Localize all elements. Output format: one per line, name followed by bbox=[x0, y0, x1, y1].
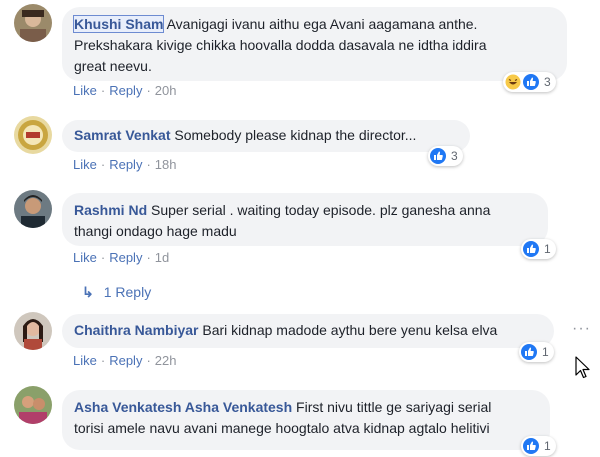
comment-text: Super serial . waiting today episode. pl… bbox=[151, 202, 491, 218]
comment-text: thangi ondago hage madu bbox=[74, 223, 237, 239]
reaction-summary[interactable]: 1 bbox=[521, 239, 556, 259]
haha-icon bbox=[505, 74, 521, 90]
like-icon bbox=[523, 241, 539, 257]
replies-count-label[interactable]: 1 Reply bbox=[104, 284, 151, 300]
comment-text: torisi amele navu avani manege hoogtalo … bbox=[74, 420, 490, 436]
reply-link[interactable]: Reply bbox=[109, 353, 142, 368]
like-icon bbox=[430, 148, 446, 164]
comment-author[interactable]: Asha Venkatesh Asha Venkatesh bbox=[74, 399, 292, 415]
comment-text: First nivu tittle ge sariyagi serial bbox=[296, 399, 492, 415]
comment-timestamp[interactable]: 20h bbox=[155, 83, 177, 98]
like-icon bbox=[523, 438, 539, 454]
view-replies-link[interactable]: ↳ 1 Reply bbox=[82, 284, 151, 301]
comment-bubble: Chaithra Nambiyar Bari kidnap madode ayt… bbox=[62, 314, 554, 348]
comment-bubble: Rashmi Nd Super serial . waiting today e… bbox=[62, 193, 548, 246]
comment-author[interactable]: Samrat Venkat bbox=[74, 127, 171, 143]
reply-arrow-icon: ↳ bbox=[82, 284, 94, 300]
comment-text: great neevu. bbox=[74, 58, 152, 74]
comment-timestamp[interactable]: 18h bbox=[155, 157, 177, 172]
avatar[interactable] bbox=[14, 4, 52, 42]
reaction-count: 1 bbox=[544, 439, 551, 453]
comment-timestamp[interactable]: 1d bbox=[155, 250, 169, 265]
comment-actions: Like · Reply · 20h bbox=[73, 83, 177, 98]
comment-actions: Like · Reply · 18h bbox=[73, 157, 177, 172]
comment-bubble: Khushi Sham Avanigagi ivanu aithu ega Av… bbox=[62, 7, 567, 81]
comment-text: Avanigagi ivanu aithu ega Avani aagamana… bbox=[166, 16, 478, 32]
comment-timestamp[interactable]: 22h bbox=[155, 353, 177, 368]
like-link[interactable]: Like bbox=[73, 353, 97, 368]
comment-author[interactable]: Khushi Sham bbox=[72, 15, 165, 33]
comment-actions: Like · Reply · 22h bbox=[73, 353, 177, 368]
reaction-summary[interactable]: 1 bbox=[519, 342, 554, 362]
like-icon bbox=[523, 74, 539, 90]
avatar[interactable] bbox=[14, 190, 52, 228]
comment-text: Somebody please kidnap the director... bbox=[174, 127, 417, 143]
reply-link[interactable]: Reply bbox=[109, 157, 142, 172]
comment-bubble: Asha Venkatesh Asha Venkatesh First nivu… bbox=[62, 390, 550, 450]
more-options-icon[interactable]: ··· bbox=[572, 320, 591, 338]
reaction-count: 3 bbox=[451, 149, 458, 163]
like-link[interactable]: Like bbox=[73, 157, 97, 172]
reaction-count: 1 bbox=[542, 345, 549, 359]
avatar[interactable] bbox=[14, 386, 52, 424]
comment-actions: Like · Reply · 1d bbox=[73, 250, 170, 265]
comment-text: Prekshakara kivige chikka hoovalla dodda… bbox=[74, 37, 487, 53]
reaction-count: 3 bbox=[544, 75, 551, 89]
comment-bubble: Samrat Venkat Somebody please kidnap the… bbox=[62, 120, 470, 152]
reaction-count: 1 bbox=[544, 242, 551, 256]
like-link[interactable]: Like bbox=[73, 83, 97, 98]
avatar[interactable] bbox=[14, 116, 52, 154]
reaction-summary[interactable]: 3 bbox=[503, 72, 556, 92]
comment-author[interactable]: Chaithra Nambiyar bbox=[74, 322, 198, 338]
like-icon bbox=[521, 344, 537, 360]
mouse-cursor-icon bbox=[575, 356, 591, 385]
reaction-summary[interactable]: 3 bbox=[428, 146, 463, 166]
avatar[interactable] bbox=[14, 312, 52, 350]
comment-text: Bari kidnap madode aythu bere yenu kelsa… bbox=[202, 322, 498, 338]
like-link[interactable]: Like bbox=[73, 250, 97, 265]
reply-link[interactable]: Reply bbox=[109, 83, 142, 98]
reaction-summary[interactable]: 1 bbox=[521, 436, 556, 456]
comment-author[interactable]: Rashmi Nd bbox=[74, 202, 147, 218]
reply-link[interactable]: Reply bbox=[109, 250, 142, 265]
